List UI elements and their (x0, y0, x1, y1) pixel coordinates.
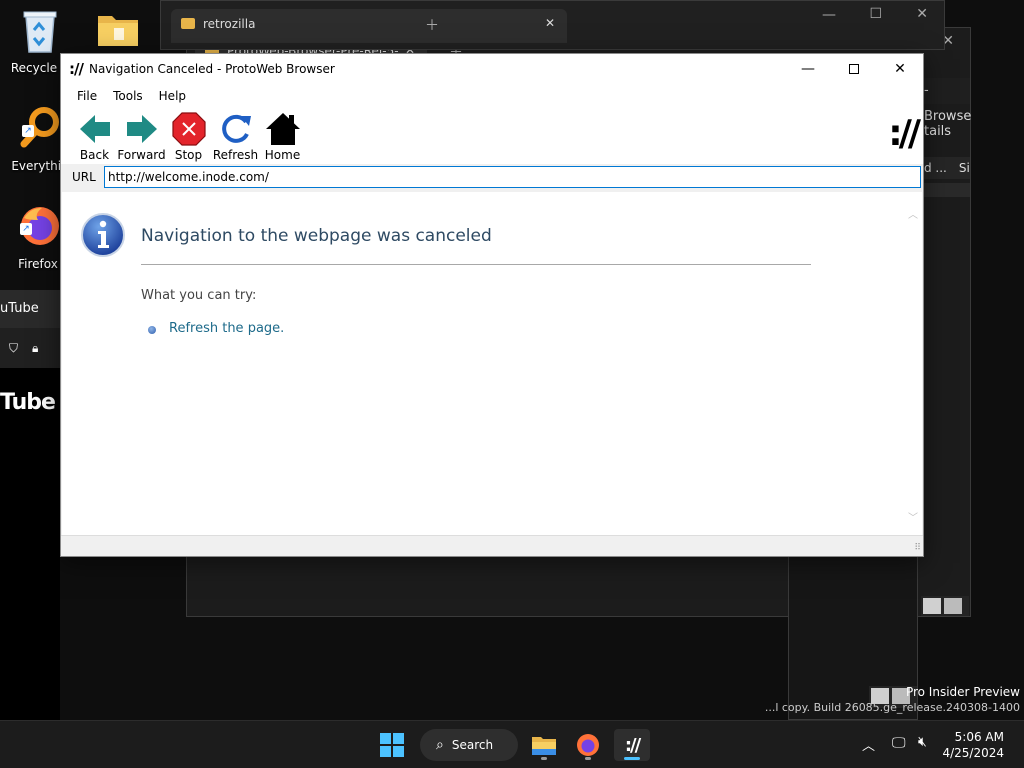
background-youtube-window: uTube ⛉ 🔒︎ Tube (0, 290, 60, 730)
file-explorer-icon (532, 737, 556, 755)
network-icon[interactable]: 🖵︎ (892, 735, 906, 751)
protoweb-logo-icon: :// (69, 60, 84, 78)
minimize-icon: — (801, 61, 815, 77)
folder-icon (181, 18, 195, 29)
volume-muted-icon[interactable]: 🔇︎ (918, 734, 927, 750)
menu-tools[interactable]: Tools (105, 89, 151, 103)
refresh-button[interactable]: Refresh (212, 110, 259, 164)
menu-bar: File Tools Help (61, 84, 923, 108)
maximize-icon (849, 64, 859, 74)
forward-arrow-icon (125, 110, 159, 148)
window-title: Navigation Canceled - ProtoWeb Browser (88, 62, 335, 76)
tiles-view-icon[interactable] (944, 598, 962, 614)
firefox-icon: ↗ (16, 204, 60, 253)
background-window-retrozilla[interactable]: retrozilla ✕ ＋ — ☐ ✕ (160, 0, 945, 50)
minimize-icon[interactable]: — (822, 7, 836, 23)
refresh-icon (219, 110, 253, 148)
taskbar-search[interactable]: ⌕ Search (420, 729, 518, 761)
close-icon: ✕ (894, 61, 906, 77)
protoweb-brand-icon: :// (888, 113, 921, 154)
new-tab-icon[interactable]: ＋ (425, 15, 439, 35)
close-button[interactable]: ✕ (877, 54, 923, 84)
error-title: Navigation to the webpage was canceled (141, 226, 492, 246)
desktop-icon-folder[interactable] (80, 10, 156, 55)
maximize-button[interactable] (831, 54, 877, 84)
lock-icon[interactable]: 🔒︎ (32, 341, 38, 356)
recycle-bin-icon (2, 8, 78, 57)
system-clock[interactable]: 5:06 AM 4/25/2024 (942, 729, 1004, 761)
taskbar-protoweb[interactable]: :// (614, 729, 650, 761)
page-content: Navigation to the webpage was canceled W… (62, 192, 922, 536)
scroll-down-icon[interactable]: ﹀ (908, 509, 918, 524)
close-icon[interactable]: ✕ (545, 16, 555, 30)
windows-start-icon (380, 733, 404, 757)
scroll-up-icon[interactable]: ︿ (908, 206, 918, 221)
home-icon (265, 110, 301, 148)
what-you-can-try-label: What you can try: (141, 288, 257, 303)
url-label: URL (72, 170, 96, 184)
back-button[interactable]: Back (71, 110, 118, 164)
url-input[interactable] (104, 166, 921, 188)
taskbar: ⌕ Search :// ︿ 🖵︎ 🔇︎ 5:06 AM 4/25/2024 (0, 720, 1024, 768)
url-bar: URL (61, 164, 923, 190)
shortcut-arrow-icon: ↗ (22, 125, 34, 137)
stop-sign-icon (171, 110, 206, 148)
stop-button[interactable]: Stop (165, 110, 212, 164)
vertical-scrollbar[interactable]: ︿ ﹀ (905, 192, 922, 536)
background-window-details: -Browse tails d ... Si (924, 78, 971, 197)
bullet-icon (148, 326, 156, 334)
menu-help[interactable]: Help (151, 89, 194, 103)
shield-icon[interactable]: ⛉ (9, 341, 18, 356)
start-button[interactable] (380, 733, 404, 760)
menu-file[interactable]: File (69, 89, 105, 103)
minimize-button[interactable]: — (785, 54, 831, 84)
everything-search-icon: ↗ (18, 106, 62, 155)
home-button[interactable]: Home (259, 110, 306, 164)
firefox-icon (577, 734, 599, 756)
forward-button[interactable]: Forward (117, 110, 166, 164)
toolbar: Back Forward Stop Refresh Home :// (61, 108, 923, 164)
folder-icon (80, 10, 156, 51)
back-arrow-icon (78, 110, 112, 148)
refresh-page-link[interactable]: Refresh the page. (169, 321, 284, 336)
background-tab-retrozilla[interactable]: retrozilla ✕ (171, 9, 567, 43)
search-icon: ⌕ (436, 737, 444, 753)
chevron-up-icon[interactable]: ︿ (862, 735, 875, 754)
view-toggle-group (921, 596, 969, 616)
divider (141, 264, 811, 265)
protoweb-taskbar-icon: :// (624, 734, 641, 756)
windows-watermark: Pro Insider Preview ...l copy. Build 260… (764, 685, 1020, 714)
status-bar: ⠿ (61, 535, 923, 556)
shortcut-arrow-icon: ↗ (20, 223, 32, 235)
maximize-icon[interactable]: ☐ (869, 6, 882, 22)
info-icon (80, 212, 126, 261)
details-view-icon[interactable] (923, 598, 941, 614)
protoweb-browser-window[interactable]: :// Navigation Canceled - ProtoWeb Brows… (60, 53, 924, 557)
resize-grip-icon[interactable]: ⠿ (914, 543, 921, 553)
taskbar-file-explorer[interactable] (526, 729, 562, 761)
close-icon[interactable]: ✕ (916, 6, 928, 22)
taskbar-firefox[interactable] (570, 729, 606, 761)
title-bar[interactable]: :// Navigation Canceled - ProtoWeb Brows… (61, 54, 923, 84)
